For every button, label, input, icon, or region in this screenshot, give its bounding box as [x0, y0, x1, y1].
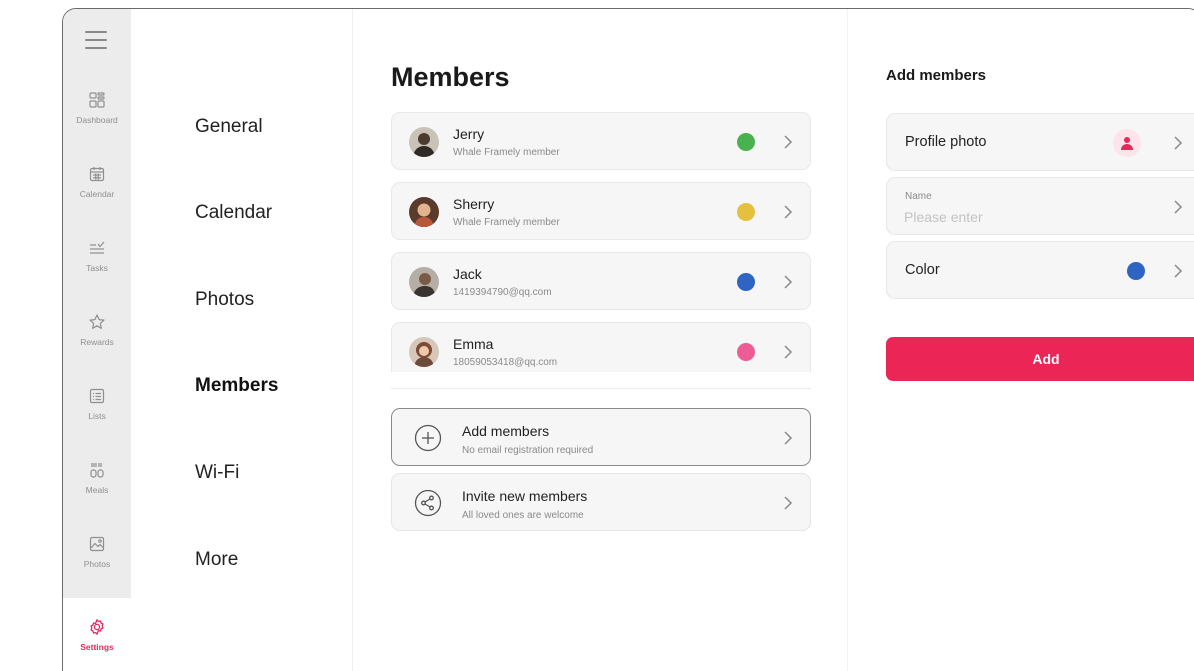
member-row-jack[interactable]: Jack 1419394790@qq.com — [391, 252, 811, 310]
nav-settings[interactable]: Settings — [63, 598, 131, 671]
plus-circle-icon — [414, 424, 442, 452]
hamburger-menu-icon[interactable] — [85, 31, 107, 49]
nav-rewards[interactable]: Rewards — [63, 293, 131, 367]
settings-item-more[interactable]: More — [195, 549, 238, 571]
nav-meals[interactable]: Meals — [63, 441, 131, 515]
color-label: Color — [905, 262, 940, 278]
meals-icon — [90, 463, 104, 478]
add-members-button[interactable]: Add members No email registration requir… — [391, 408, 811, 466]
nav-lists[interactable]: Lists — [63, 367, 131, 441]
color-field[interactable]: Color — [886, 241, 1194, 299]
invite-members-button[interactable]: Invite new members All loved ones are we… — [391, 473, 811, 531]
nav-calendar-label: Calendar — [79, 189, 115, 199]
member-name: Jerry — [453, 126, 485, 142]
member-subtitle: 18059053418@qq.com — [453, 357, 558, 368]
chevron-right-icon — [784, 345, 793, 359]
invite-members-title: Invite new members — [462, 488, 588, 504]
chevron-right-icon — [784, 135, 793, 149]
member-subtitle: Whale Framely member — [453, 217, 560, 228]
page-title: Members — [391, 62, 510, 92]
app-window: Dashboard Calendar Tasks Rewards Lists M… — [62, 8, 1194, 671]
nav-rail: Dashboard Calendar Tasks Rewards Lists M… — [63, 9, 131, 671]
settings-item-wifi[interactable]: Wi-Fi — [195, 462, 239, 484]
chevron-right-icon — [784, 205, 793, 219]
nav-tasks-label: Tasks — [86, 263, 108, 273]
nav-calendar[interactable]: Calendar — [63, 145, 131, 219]
settings-item-general[interactable]: General — [195, 116, 263, 138]
members-panel: Members Jerry Whale Framely member Sherr… — [353, 9, 847, 671]
member-subtitle: Whale Framely member — [453, 147, 560, 158]
name-caption: Name — [905, 191, 932, 202]
add-members-heading: Add members — [886, 67, 987, 84]
list-icon — [89, 388, 105, 404]
add-members-title: Add members — [462, 423, 550, 439]
avatar — [409, 197, 439, 227]
profile-photo-placeholder[interactable] — [1113, 129, 1141, 157]
nav-tasks[interactable]: Tasks — [63, 219, 131, 293]
chevron-right-icon — [1174, 136, 1183, 150]
member-color-dot — [737, 203, 755, 221]
add-members-panel: Add members Profile photo Name Color Add — [847, 9, 1194, 671]
member-row-sherry[interactable]: Sherry Whale Framely member — [391, 182, 811, 240]
profile-photo-field[interactable]: Profile photo — [886, 113, 1194, 171]
add-button[interactable]: Add — [886, 337, 1194, 381]
nav-dashboard[interactable]: Dashboard — [63, 71, 131, 145]
name-input[interactable] — [904, 207, 1154, 227]
settings-menu: General Calendar Photos Members Wi-Fi Mo… — [131, 9, 353, 671]
avatar — [409, 267, 439, 297]
settings-item-photos[interactable]: Photos — [195, 289, 254, 311]
nav-dashboard-label: Dashboard — [76, 115, 118, 125]
member-row-jerry[interactable]: Jerry Whale Framely member — [391, 112, 811, 170]
divider — [391, 388, 811, 389]
nav-photos-label: Photos — [83, 559, 111, 569]
share-icon — [414, 489, 442, 517]
member-list[interactable]: Jerry Whale Framely member Sherry Whale … — [389, 112, 813, 372]
name-field[interactable]: Name — [886, 177, 1194, 235]
member-row-emma[interactable]: Emma 18059053418@qq.com — [391, 322, 811, 372]
chevron-right-icon — [1174, 200, 1183, 214]
profile-photo-label: Profile photo — [905, 134, 987, 150]
member-name: Sherry — [453, 196, 495, 212]
settings-item-members[interactable]: Members — [195, 375, 278, 397]
selected-color-dot — [1127, 262, 1145, 280]
photo-icon — [89, 536, 105, 552]
member-name: Emma — [453, 336, 494, 352]
user-icon — [1121, 137, 1133, 150]
nav-meals-label: Meals — [85, 485, 109, 495]
chevron-right-icon — [1174, 264, 1183, 278]
invite-members-subtitle: All loved ones are welcome — [462, 510, 584, 521]
star-icon — [89, 314, 105, 329]
tasks-icon — [90, 241, 105, 254]
avatar — [409, 337, 439, 367]
gear-icon — [90, 619, 104, 635]
avatar — [409, 127, 439, 157]
chevron-right-icon — [784, 275, 793, 289]
chevron-right-icon — [784, 496, 793, 510]
calendar-icon — [89, 167, 105, 182]
chevron-right-icon — [784, 431, 793, 445]
member-color-dot — [737, 133, 755, 151]
member-name: Jack — [453, 266, 482, 282]
member-color-dot — [737, 273, 755, 291]
member-color-dot — [737, 343, 755, 361]
dashboard-icon — [89, 92, 105, 108]
nav-lists-label: Lists — [88, 411, 106, 421]
nav-photos[interactable]: Photos — [63, 515, 131, 589]
nav-settings-label: Settings — [80, 642, 114, 652]
member-subtitle: 1419394790@qq.com — [453, 287, 552, 298]
add-members-subtitle: No email registration required — [462, 445, 594, 456]
nav-rewards-label: Rewards — [80, 337, 114, 347]
settings-item-calendar[interactable]: Calendar — [195, 202, 272, 224]
